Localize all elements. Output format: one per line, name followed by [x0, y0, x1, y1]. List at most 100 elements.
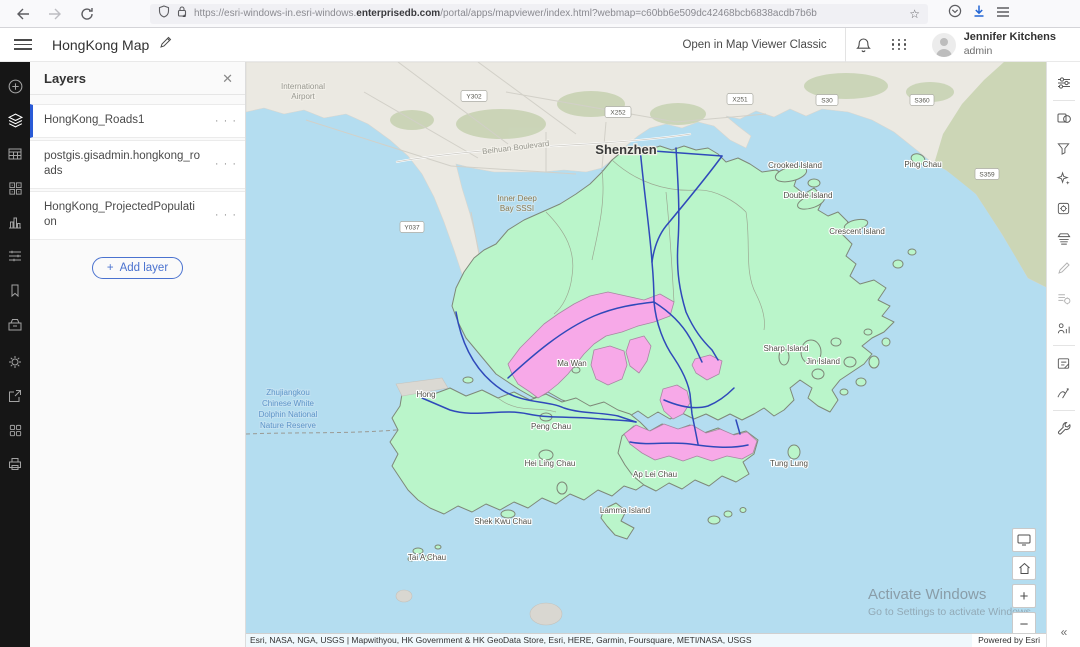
back-icon[interactable]: [10, 3, 36, 25]
settings-toolbar: «: [1046, 62, 1080, 647]
sketch-icon[interactable]: [1047, 378, 1080, 408]
tables-icon[interactable]: [0, 139, 30, 169]
svg-text:Nature Reserve: Nature Reserve: [260, 421, 317, 430]
layer-options-icon[interactable]: · · ·: [215, 158, 237, 170]
basemap-icon[interactable]: [0, 173, 30, 203]
map-title: HongKong Map: [52, 37, 149, 53]
bookmark-star-icon[interactable]: ☆: [909, 7, 920, 21]
app-menu-icon[interactable]: [14, 39, 32, 50]
powered-by-esri: Powered by Esri: [972, 633, 1046, 647]
avatar: [932, 33, 956, 57]
svg-text:Y302: Y302: [466, 94, 482, 101]
layer-options-icon[interactable]: · · ·: [215, 115, 237, 127]
add-icon[interactable]: [0, 71, 30, 101]
svg-text:X251: X251: [732, 97, 748, 104]
downloads-icon[interactable]: [972, 4, 986, 23]
layer-label: HongKong_ProjectedPopulation: [44, 200, 200, 231]
address-bar[interactable]: https://esri-windows-in.esri-windows.ent…: [150, 4, 928, 24]
svg-text:Hei Ling Chau: Hei Ling Chau: [525, 459, 576, 468]
pink-tsuen-wan: [591, 346, 627, 385]
charts-icon[interactable]: [0, 207, 30, 237]
browser-toolbar: https://esri-windows-in.esri-windows.ent…: [0, 0, 1080, 28]
svg-text:Ping Chau: Ping Chau: [904, 160, 941, 169]
svg-text:Crooked Island: Crooked Island: [768, 161, 822, 170]
notifications-bell-icon[interactable]: [846, 28, 882, 62]
map-controls: + −: [1012, 528, 1036, 636]
svg-text:X252: X252: [610, 110, 626, 117]
svg-text:Zhujiangkou: Zhujiangkou: [266, 388, 310, 397]
contents-toolbar: [0, 62, 30, 647]
popups-icon[interactable]: [1047, 348, 1080, 378]
map-properties-gear-icon[interactable]: [0, 347, 30, 377]
save-open-icon[interactable]: [0, 309, 30, 339]
app-header: HongKong Map Open in Map Viewer Classic …: [0, 28, 1080, 62]
svg-text:Sharp Island: Sharp Island: [764, 344, 809, 353]
layers-panel: Layers ✕ HongKong_Roads1 · · · postgis.g…: [30, 62, 246, 647]
charts-person-icon[interactable]: [1047, 313, 1080, 343]
add-layer-button[interactable]: + Add layer: [92, 257, 183, 279]
fullscreen-button[interactable]: [1012, 528, 1036, 552]
fields-icon[interactable]: [1047, 283, 1080, 313]
svg-text:Bay SSSI: Bay SSSI: [500, 204, 534, 213]
svg-text:Crescent Island: Crescent Island: [829, 227, 885, 236]
attribution-sources: Esri, NASA, NGA, USGS | Mapwithyou, HK G…: [246, 633, 972, 647]
tracking-shield-icon[interactable]: [158, 5, 170, 23]
aggregation-icon[interactable]: [1047, 193, 1080, 223]
legend-icon[interactable]: [0, 241, 30, 271]
svg-text:Tung Lung: Tung Lung: [770, 459, 808, 468]
svg-text:Double Island: Double Island: [784, 191, 833, 200]
collapse-toolbar-button[interactable]: «: [1047, 625, 1080, 639]
open-in-classic-link[interactable]: Open in Map Viewer Classic: [664, 39, 844, 51]
pocket-icon[interactable]: [948, 4, 962, 23]
menu-icon[interactable]: [996, 5, 1010, 23]
zoom-in-button[interactable]: +: [1012, 584, 1036, 608]
url-text[interactable]: https://esri-windows-in.esri-windows.ent…: [194, 8, 903, 19]
tools-wrench-icon[interactable]: [1047, 413, 1080, 443]
svg-text:Ma Wan: Ma Wan: [557, 359, 587, 368]
plus-icon: +: [107, 262, 114, 274]
edit-pencil-icon[interactable]: [1047, 253, 1080, 283]
app-launcher-icon[interactable]: [882, 28, 918, 62]
reload-icon[interactable]: [74, 3, 100, 25]
svg-text:Chinese White: Chinese White: [262, 399, 315, 408]
svg-text:Inner Deep: Inner Deep: [497, 194, 537, 203]
lock-icon[interactable]: [176, 5, 188, 23]
svg-text:S359: S359: [979, 172, 995, 179]
layer-item-postgis-roads[interactable]: postgis.gisadmin.hongkong_roads · · ·: [30, 140, 245, 189]
edit-title-icon[interactable]: [159, 36, 172, 54]
map-container: Y302 X252 X251 S30 S360 S359 Y037 Intern…: [246, 62, 1046, 647]
layer-label: HongKong_Roads1: [44, 113, 200, 129]
layer-label: postgis.gisadmin.hongkong_roads: [44, 149, 200, 180]
attribution-bar: Esri, NASA, NGA, USGS | Mapwithyou, HK G…: [246, 633, 1046, 647]
layer-item-hongkong-roads1[interactable]: HongKong_Roads1 · · ·: [30, 104, 245, 138]
layers-icon[interactable]: [0, 105, 30, 135]
filter-icon[interactable]: [1047, 133, 1080, 163]
svg-text:Ap Lei Chau: Ap Lei Chau: [633, 470, 677, 479]
map-canvas[interactable]: Y302 X252 X251 S30 S360 S359 Y037 Intern…: [246, 62, 1046, 633]
svg-text:Peng Chau: Peng Chau: [531, 422, 571, 431]
svg-text:Tai A Chau: Tai A Chau: [408, 553, 446, 562]
layer-item-projected-population[interactable]: HongKong_ProjectedPopulation · · ·: [30, 191, 245, 240]
properties-sliders-icon[interactable]: [1047, 68, 1080, 98]
user-name: Jennifer Kitchens: [964, 31, 1056, 45]
layers-panel-title: Layers: [44, 71, 86, 86]
layer-options-icon[interactable]: · · ·: [215, 209, 237, 221]
home-button[interactable]: [1012, 556, 1036, 580]
svg-text:S30: S30: [821, 98, 833, 105]
user-role: admin: [964, 45, 1056, 58]
forward-icon[interactable]: [42, 3, 68, 25]
user-menu[interactable]: Jennifer Kitchens admin: [918, 31, 1066, 57]
svg-text:Jin Island: Jin Island: [806, 357, 840, 366]
print-icon[interactable]: [0, 449, 30, 479]
create-app-icon[interactable]: [0, 415, 30, 445]
layer-list: HongKong_Roads1 · · · postgis.gisadmin.h…: [30, 104, 245, 242]
bookmarks-icon[interactable]: [0, 275, 30, 305]
labels-icon[interactable]: [1047, 223, 1080, 253]
svg-text:International: International: [281, 82, 325, 91]
close-panel-icon[interactable]: ✕: [222, 72, 233, 85]
styles-icon[interactable]: [1047, 103, 1080, 133]
share-map-icon[interactable]: [0, 381, 30, 411]
effects-icon[interactable]: [1047, 163, 1080, 193]
svg-text:Shenzhen: Shenzhen: [595, 142, 656, 157]
svg-text:Dolphin National: Dolphin National: [259, 410, 318, 419]
